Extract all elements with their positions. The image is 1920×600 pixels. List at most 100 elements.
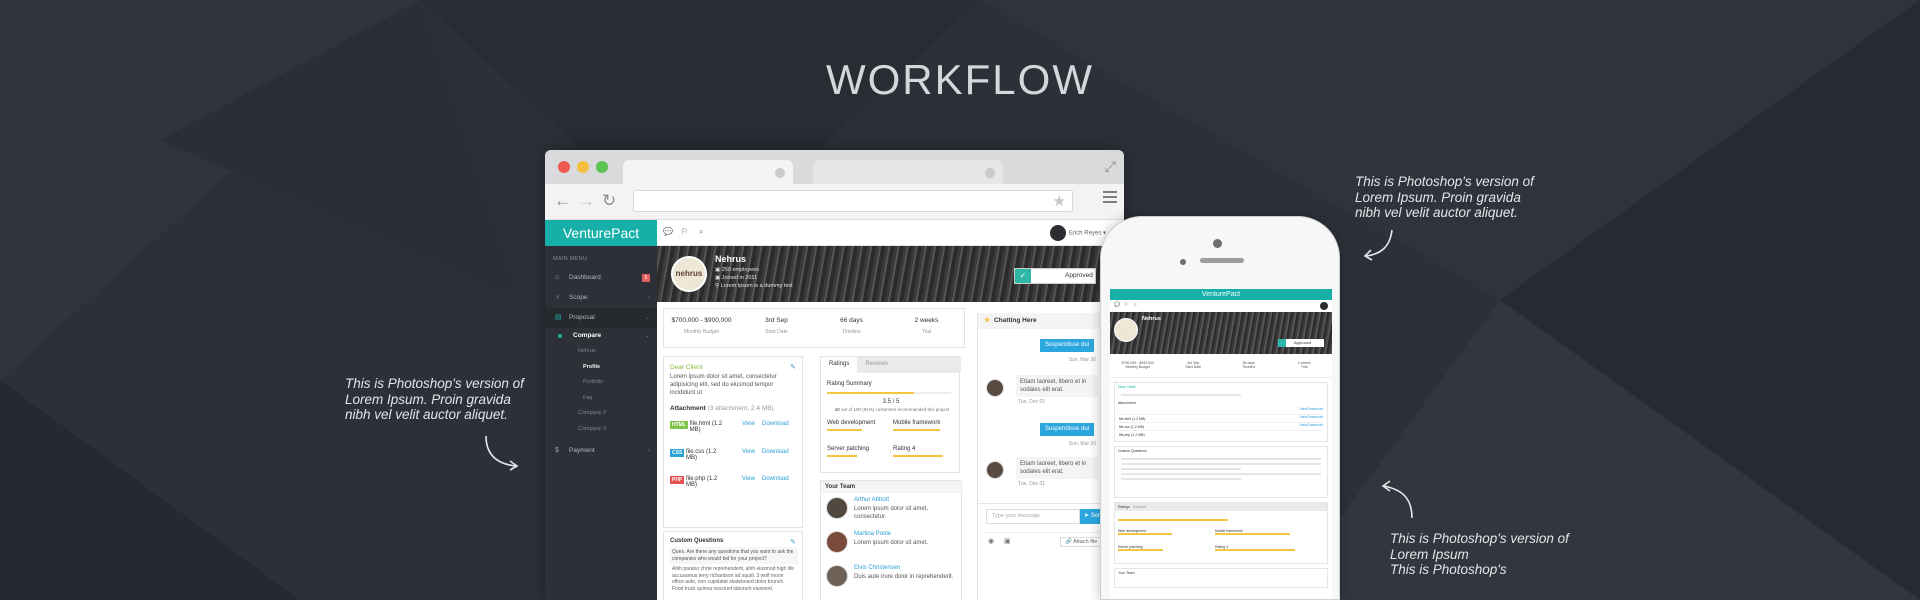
rating-bar — [893, 429, 940, 431]
tab-close-icon[interactable] — [985, 168, 995, 178]
rating-bar — [1118, 519, 1228, 521]
view-link[interactable]: View — [1299, 407, 1307, 411]
camera-icon — [1213, 239, 1222, 248]
brand-logo[interactable]: VenturePact — [545, 220, 657, 246]
tab-ratings[interactable]: Ratings — [1118, 505, 1130, 509]
document-icon: ▤ — [555, 314, 562, 321]
sidebar-item-faq[interactable]: Faq — [545, 391, 657, 407]
star-icon[interactable]: ★ — [1053, 192, 1066, 210]
stat-start-date: 3rd Sep Start Date — [739, 309, 814, 347]
custom-questions-card: ✎ Custom Questions Ques. Are there any q… — [663, 531, 803, 600]
notification-icon[interactable]: ⚐ — [1124, 302, 1128, 308]
phone-ratings-card: Ratings Reviews Web development Mobile f… — [1114, 502, 1328, 564]
sidebar-item-scope[interactable]: ♀ Scope ‹ — [545, 288, 657, 308]
chevron-down-icon: ⌄ — [644, 333, 650, 339]
sidebar-item-proposal[interactable]: ▤ Proposal ⌄ — [545, 308, 657, 328]
search-icon[interactable]: ⌕ — [1134, 302, 1137, 308]
sidebar-item-dashboard[interactable]: ⌂ Dashboard 5 — [545, 268, 657, 288]
chevron-left-icon: ‹ — [648, 448, 650, 454]
chat-message: Etiam laoreet, libero et in sodales elit… — [1016, 375, 1098, 397]
tab-reviews[interactable]: Reviews — [857, 357, 896, 373]
view-link[interactable]: View — [742, 421, 755, 427]
view-link[interactable]: View — [742, 476, 755, 482]
notification-badge: 5 — [642, 274, 650, 282]
message-input[interactable]: Type your message — [986, 509, 1080, 524]
avatar — [826, 531, 848, 553]
chat-icon[interactable]: 💬 — [1114, 302, 1120, 308]
image-icon[interactable]: ▣ — [1004, 537, 1011, 545]
location: ⚲ Lorem Ipsum is a dummy text — [715, 283, 793, 289]
tab-close-icon[interactable] — [775, 168, 785, 178]
phone-team-card: Your Team — [1114, 568, 1328, 588]
expand-icon[interactable]: ⤢ — [1105, 158, 1116, 175]
team-member: Arthur Abbott Lorem ipsum dolor sit amet… — [826, 497, 956, 529]
custom-questions-title: Custom Questions — [1118, 449, 1147, 453]
tab-ratings[interactable]: Ratings — [821, 357, 858, 373]
app-screen: VenturePact MAIN MENU ⌂ Dashboard 5 ♀ Sc… — [545, 220, 1124, 600]
minimize-dot-icon[interactable] — [577, 161, 589, 173]
rating-bar — [827, 455, 857, 457]
back-icon[interactable]: ← — [554, 191, 571, 211]
download-link[interactable]: Download — [1307, 407, 1323, 411]
sidebar-item-compare[interactable]: Compare ⌄ — [545, 328, 657, 344]
download-link[interactable]: Download — [762, 476, 789, 482]
address-bar[interactable]: ★ — [633, 190, 1073, 212]
sidebar-item-nehrus[interactable]: Nehrus — [545, 344, 657, 360]
text-line — [1121, 458, 1321, 460]
phone-brand[interactable]: VenturePact — [1110, 289, 1332, 300]
download-link[interactable]: Download — [762, 449, 789, 455]
browser-tab[interactable] — [813, 160, 1003, 184]
attachment-label: Attachment — [670, 405, 706, 412]
sidebar-item-company-2[interactable]: Company 2 — [545, 406, 657, 422]
rating-bar — [893, 455, 943, 457]
rating-item: Mobile framework — [1215, 529, 1315, 535]
member-name[interactable]: Arthur Abbott — [854, 497, 889, 503]
download-link[interactable]: Download — [762, 421, 789, 427]
divider — [986, 532, 1106, 533]
view-link[interactable]: View — [1299, 423, 1307, 427]
app-topbar: 💬 ⚐ ⌕ Erich Reyes ▾ — [657, 220, 1124, 246]
user-menu[interactable]: Erich Reyes ▾ — [1049, 225, 1106, 242]
download-link[interactable]: Download — [1307, 423, 1323, 427]
reload-icon[interactable]: ↻ — [602, 191, 616, 211]
avatar[interactable] — [1320, 302, 1328, 310]
chat-icon[interactable]: 💬 — [663, 227, 673, 236]
file-type-tag: CSS — [670, 449, 685, 457]
close-dot-icon[interactable] — [558, 161, 570, 173]
sidebar-item-company-3[interactable]: Company 3 — [545, 422, 657, 438]
rating-item-label: Web development — [1118, 529, 1147, 533]
company-name: Nehrus — [1142, 316, 1161, 322]
stat-budget: $700,000 - $900,000 Monthly Budget — [664, 309, 739, 347]
sidebar-item-payment[interactable]: $ Payment ‹ — [545, 441, 657, 461]
bullet-icon — [558, 334, 562, 338]
rating-bar — [1215, 533, 1290, 535]
rating-item-label: Rating 4 — [1215, 545, 1229, 549]
camera-icon[interactable]: ◉ — [988, 537, 994, 545]
team-title: Your Team — [1118, 571, 1135, 575]
answer-text: Ahih paratur chrte reprehenderit, ahih e… — [672, 566, 795, 592]
sidebar-item-profile[interactable]: Profile — [545, 360, 657, 376]
status-label: Approved — [1294, 340, 1312, 345]
sidebar-item-label: Scope — [569, 294, 588, 301]
member-name[interactable]: Martina Poole — [854, 531, 891, 537]
sidebar-item-portfolio[interactable]: Portfolio — [545, 375, 657, 391]
notification-icon[interactable]: ⚐ — [681, 227, 688, 236]
edit-icon[interactable]: ✎ — [790, 363, 796, 371]
browser-tab[interactable] — [623, 160, 793, 184]
maximize-dot-icon[interactable] — [596, 161, 608, 173]
letter-greeting: Dear Client — [1118, 385, 1136, 389]
member-name[interactable]: Elvis Christensen — [854, 565, 900, 571]
menu-icon[interactable] — [1103, 191, 1117, 206]
view-link[interactable]: View — [1299, 415, 1307, 419]
rating-item: Server patching — [1118, 545, 1208, 551]
forward-icon[interactable]: → — [578, 191, 595, 211]
tab-reviews[interactable]: Reviews — [1133, 505, 1146, 509]
search-icon[interactable]: ⌕ — [699, 227, 703, 237]
approved-button[interactable]: ✓ Approved — [1014, 268, 1096, 284]
view-link[interactable]: View — [742, 449, 755, 455]
member-text: Duis aute irure dolor in reprehenderit. — [854, 574, 954, 580]
download-link[interactable]: Download — [1307, 415, 1323, 419]
edit-icon[interactable]: ✎ — [790, 538, 796, 546]
approved-button[interactable]: Approved — [1278, 339, 1324, 347]
member-text: Lorem ipsum dolor sit amet. — [854, 540, 929, 546]
